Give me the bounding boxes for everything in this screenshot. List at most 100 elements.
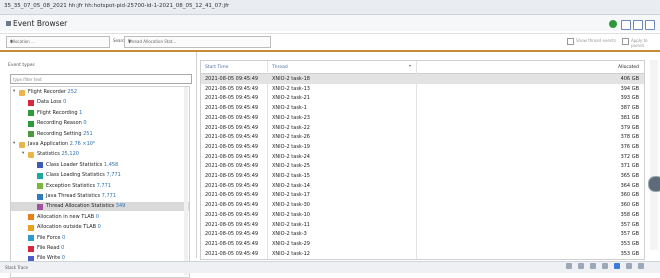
filter-icon[interactable] xyxy=(602,263,608,269)
table-scrollbar[interactable] xyxy=(650,60,658,250)
table-row[interactable]: 2021-08-05 09:45:49 XNIO-2 task-19 376 GB xyxy=(201,142,644,152)
expand-toggle-icon[interactable]: ▾ xyxy=(13,141,15,146)
table-row[interactable]: 2021-08-05 09:45:49 XNIO-2 task-18 406 GB xyxy=(201,74,644,84)
tree-view-icon[interactable] xyxy=(614,263,620,269)
table-row[interactable]: 2021-08-05 09:45:49 XNIO-2 task-17 360 GB xyxy=(201,190,644,200)
event-count: 0 xyxy=(61,99,67,106)
event-type-icon xyxy=(37,183,43,190)
table-view-icon[interactable] xyxy=(621,20,631,30)
tree-item[interactable]: File Force 0 xyxy=(11,234,189,243)
table-row[interactable]: 2021-08-05 09:45:49 XNIO-2 task-23 381 GB xyxy=(201,113,644,123)
column-header-allocated[interactable]: Allocated xyxy=(618,65,639,70)
table-row[interactable]: 2021-08-05 09:45:49 XNIO-2 task-13 394 GB xyxy=(201,84,644,94)
tree-item[interactable]: Allocation in new TLAB 0 xyxy=(11,213,189,222)
expand-icon[interactable] xyxy=(578,263,584,269)
tree-item[interactable]: ▾ Statistics 25,120 xyxy=(11,150,189,159)
show-thread-events-label: Show thread events xyxy=(576,38,616,43)
search-combo[interactable]: Thread Allocation Stat... ▼ xyxy=(124,36,271,48)
table-row[interactable]: 2021-08-05 09:45:49 XNIO-2 task-3 357 GB xyxy=(201,229,644,239)
table-row[interactable]: 2021-08-05 09:45:49 XNIO-2 task-11 357 GB xyxy=(201,220,644,230)
column-header-start-time[interactable]: Start Time xyxy=(205,65,228,70)
table-row[interactable]: 2021-08-05 09:45:49 XNIO-2 task-14 364 GB xyxy=(201,181,644,191)
tree-item[interactable]: Class Loading Statistics 7,771 xyxy=(11,171,189,180)
tree-item[interactable]: Flight Recording 1 xyxy=(11,109,189,118)
start-time-cell: 2021-08-05 09:45:49 xyxy=(205,163,259,170)
tree-item[interactable]: Java Thread Statistics 7,771 xyxy=(11,192,189,201)
tree-item[interactable]: ▾ Java Application 2.76 ×10⁶ xyxy=(11,140,189,149)
event-type-icon xyxy=(28,120,34,127)
table-row[interactable]: 2021-08-05 09:45:49 XNIO-2 task-22 379 GB xyxy=(201,123,644,133)
thread-cell: XNIO-2 task-24 xyxy=(272,153,310,160)
tree-item-label: Allocation outside TLAB 0 xyxy=(37,224,101,231)
start-time-cell: 2021-08-05 09:45:49 xyxy=(205,250,259,257)
expand-toggle-icon[interactable]: ▾ xyxy=(22,151,24,156)
thread-cell: XNIO-2 task-11 xyxy=(272,221,310,228)
tree-item-label: Recording Setting 251 xyxy=(37,130,93,137)
menu-icon[interactable] xyxy=(638,263,644,269)
tree-scrollbar[interactable] xyxy=(184,87,188,275)
start-time-cell: 2021-08-05 09:45:49 xyxy=(205,173,259,179)
tree-item-label: Java Application 2.76 ×10⁶ xyxy=(28,141,95,147)
tree-item[interactable]: File Read 0 xyxy=(11,244,189,253)
type-filter-input[interactable]: type filter text xyxy=(10,74,192,84)
thread-cell: XNIO-2 task-18 xyxy=(272,76,310,82)
tree-item-label: Class Loading Statistics 7,771 xyxy=(46,172,121,179)
tree-item-label: Statistics 25,120 xyxy=(37,151,79,158)
allocated-cell: 353 GB xyxy=(620,240,639,247)
list-view-icon[interactable] xyxy=(626,263,632,269)
apply-to-parent-checkbox[interactable] xyxy=(622,38,629,45)
start-time-cell: 2021-08-05 09:45:49 xyxy=(205,211,259,218)
thread-cell: XNIO-2 task-22 xyxy=(272,124,310,131)
allocated-cell: 381 GB xyxy=(620,114,639,121)
allocated-cell: 358 GB xyxy=(620,211,639,218)
tree-item-label: Thread Allocation Statistics 349 xyxy=(46,203,126,210)
page-header: Event Browser xyxy=(0,15,660,31)
tree-item[interactable]: Recording Reason 0 xyxy=(11,119,189,128)
event-browser-icon xyxy=(6,21,11,26)
thread-cell: XNIO-2 task-13 xyxy=(272,85,310,92)
tree-item[interactable]: ▾ Flight Recorder 252 xyxy=(11,88,189,97)
table-row[interactable]: 2021-08-05 09:45:49 XNIO-2 task-1 387 GB xyxy=(201,103,644,113)
table-row[interactable]: 2021-08-05 09:45:49 XNIO-2 task-30 360 GB xyxy=(201,200,644,210)
allocated-cell: 365 GB xyxy=(620,173,639,179)
tree-item[interactable]: Data Loss 0 xyxy=(11,98,189,107)
event-type-icon xyxy=(37,172,43,179)
event-count: 349 xyxy=(114,203,126,210)
collapse-icon[interactable] xyxy=(566,263,572,269)
thread-cell: XNIO-2 task-25 xyxy=(272,163,310,170)
start-time-cell: 2021-08-05 09:45:49 xyxy=(205,221,259,228)
table-row[interactable]: 2021-08-05 09:45:49 XNIO-2 task-25 371 GB xyxy=(201,161,644,171)
editor-tab-bar: 35_35_07_05_08_2021 hh:jfr hh:hotspot-pi… xyxy=(0,0,660,15)
panel-title: Event types xyxy=(8,63,35,68)
table-row[interactable]: 2021-08-05 09:45:49 XNIO-2 task-21 393 GB xyxy=(201,93,644,103)
table-row[interactable]: 2021-08-05 09:45:49 XNIO-2 task-24 372 GB xyxy=(201,152,644,162)
event-type-icon xyxy=(28,235,34,242)
expand-toggle-icon[interactable]: ▾ xyxy=(13,89,15,94)
tree-item-label: Allocation in new TLAB 0 xyxy=(37,213,99,220)
filter-combo[interactable]: Allocation ... ▼ xyxy=(6,36,110,48)
allocated-cell: 378 GB xyxy=(620,134,639,141)
tree-item-label: Recording Reason 0 xyxy=(37,120,87,127)
split-view-icon[interactable] xyxy=(633,20,643,30)
thread-cell: XNIO-2 task-21 xyxy=(272,95,310,102)
tree-item[interactable]: Thread Allocation Statistics 349 xyxy=(11,202,189,212)
table-row[interactable]: 2021-08-05 09:45:49 XNIO-2 task-15 365 GB xyxy=(201,171,644,181)
show-thread-events-checkbox[interactable] xyxy=(567,38,574,45)
table-row[interactable]: 2021-08-05 09:45:49 XNIO-2 task-12 353 GB xyxy=(201,249,644,259)
table-row[interactable]: 2021-08-05 09:45:49 XNIO-2 task-29 353 GB xyxy=(201,239,644,249)
details-view-icon[interactable] xyxy=(645,20,655,30)
group-icon[interactable] xyxy=(590,263,596,269)
stack-trace-label: Stack Trace xyxy=(5,265,28,270)
avatar[interactable] xyxy=(648,176,660,192)
table-row[interactable]: 2021-08-05 09:45:49 XNIO-2 task-10 358 GB xyxy=(201,210,644,220)
tree-item[interactable]: Allocation outside TLAB 0 xyxy=(11,223,189,232)
editor-tab[interactable]: 35_35_07_05_08_2021 hh:jfr hh:hotspot-pi… xyxy=(4,3,229,9)
ok-icon[interactable] xyxy=(609,20,617,28)
tree-item[interactable]: Recording Setting 251 xyxy=(11,130,189,139)
table-row[interactable]: 2021-08-05 09:45:49 XNIO-2 task-26 378 GB xyxy=(201,132,644,142)
column-header-thread[interactable]: Thread xyxy=(272,65,288,70)
tree-item[interactable]: Exception Statistics 7,771 xyxy=(11,182,189,191)
start-time-cell: 2021-08-05 09:45:49 xyxy=(205,85,259,92)
start-time-cell: 2021-08-05 09:45:49 xyxy=(205,76,259,82)
tree-item[interactable]: Class Loader Statistics 1,458 xyxy=(11,161,189,170)
